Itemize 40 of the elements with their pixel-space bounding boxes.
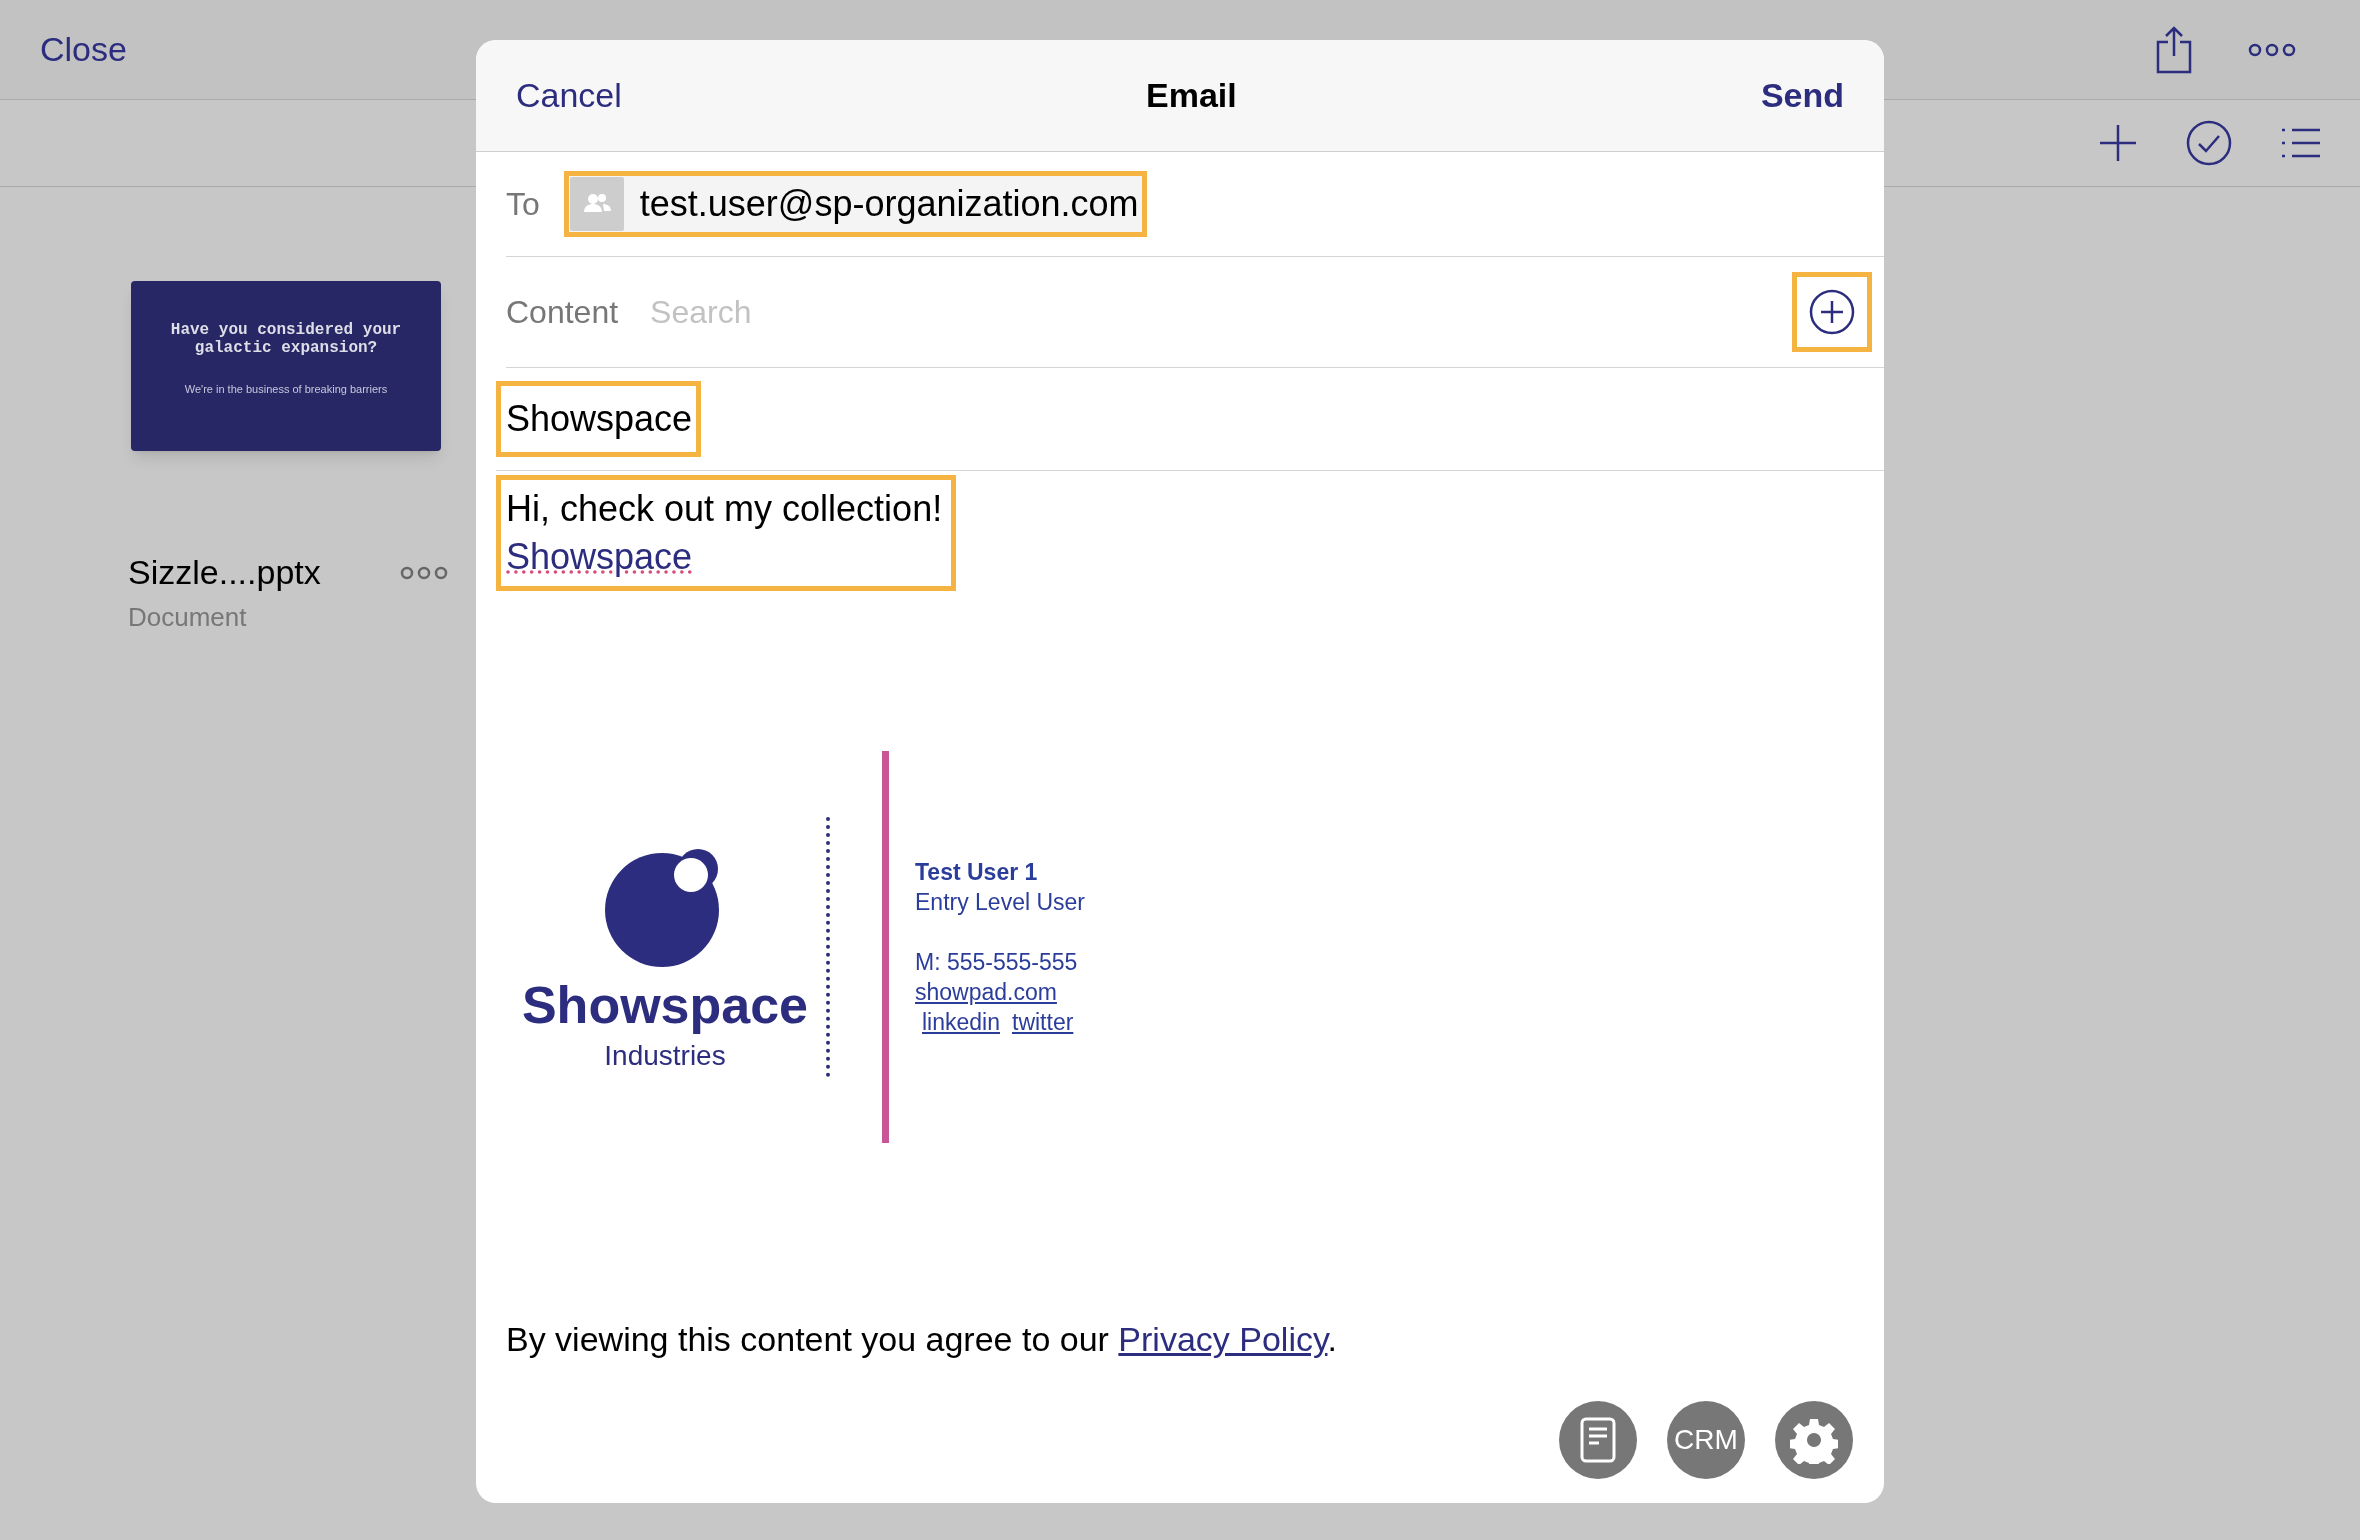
checkmark-circle-icon[interactable] [2186,120,2232,166]
more-icon[interactable] [2248,42,2296,57]
document-icon [1580,1417,1616,1463]
signature-name: Test User 1 [915,858,1039,887]
cancel-button[interactable]: Cancel [516,70,622,121]
share-icon[interactable] [2156,25,2192,74]
list-icon[interactable] [2280,127,2320,159]
settings-icon [1790,1416,1838,1464]
slide-tagline: We're in the business of breaking barriers [184,382,388,397]
slide-headline: Have you considered your galactic expansion? [169,321,403,357]
add-content-button[interactable] [1792,272,1872,352]
close-button[interactable]: Close [40,24,127,75]
signature-phone: M: 555-555-555 [915,948,1079,977]
message-text: Hi, check out my collection! [506,487,944,531]
logo-wordmark: Showspace [521,975,809,1035]
website-link[interactable]: showpad.com [915,977,1057,1007]
privacy-policy-link[interactable]: Privacy Policy [1118,1320,1328,1358]
slide-thumbnail[interactable]: Have you considered your galactic expansion? We're in the business of breaking barriers [131,281,441,451]
logo-subtitle: Industries [604,1039,726,1073]
dialog-title: Email [1146,75,1237,116]
recipient-field[interactable]: test.user@sp-organization.com [563,171,1147,237]
content-label: Content [506,293,619,332]
recipient-address: test.user@sp-organization.com [639,182,1139,226]
privacy-notice: By viewing this content you agree to our Privacy Policy. [506,1319,1338,1360]
more-icon[interactable] [400,565,448,580]
social-link[interactable]: twitter [1012,1007,1074,1037]
send-button[interactable]: Send [1760,70,1844,121]
social-link[interactable]: linkedin [922,1007,1000,1037]
add-circle-icon [1809,289,1855,335]
document-type: Document [128,601,248,634]
crm-button[interactable]: CRM [1667,1401,1745,1479]
signature-role: Entry Level User [915,888,1085,917]
to-label: To [506,185,540,224]
contacts-icon [569,177,624,231]
content-search-field[interactable]: Search [650,288,1760,336]
subject-field[interactable]: Showspace [496,381,701,457]
document-name[interactable]: Sizzle....pptx [128,547,321,598]
collection-link[interactable]: Showspace [506,536,693,577]
add-icon[interactable] [2098,123,2138,163]
message-body[interactable]: Hi, check out my collection! Showspace [496,475,956,591]
